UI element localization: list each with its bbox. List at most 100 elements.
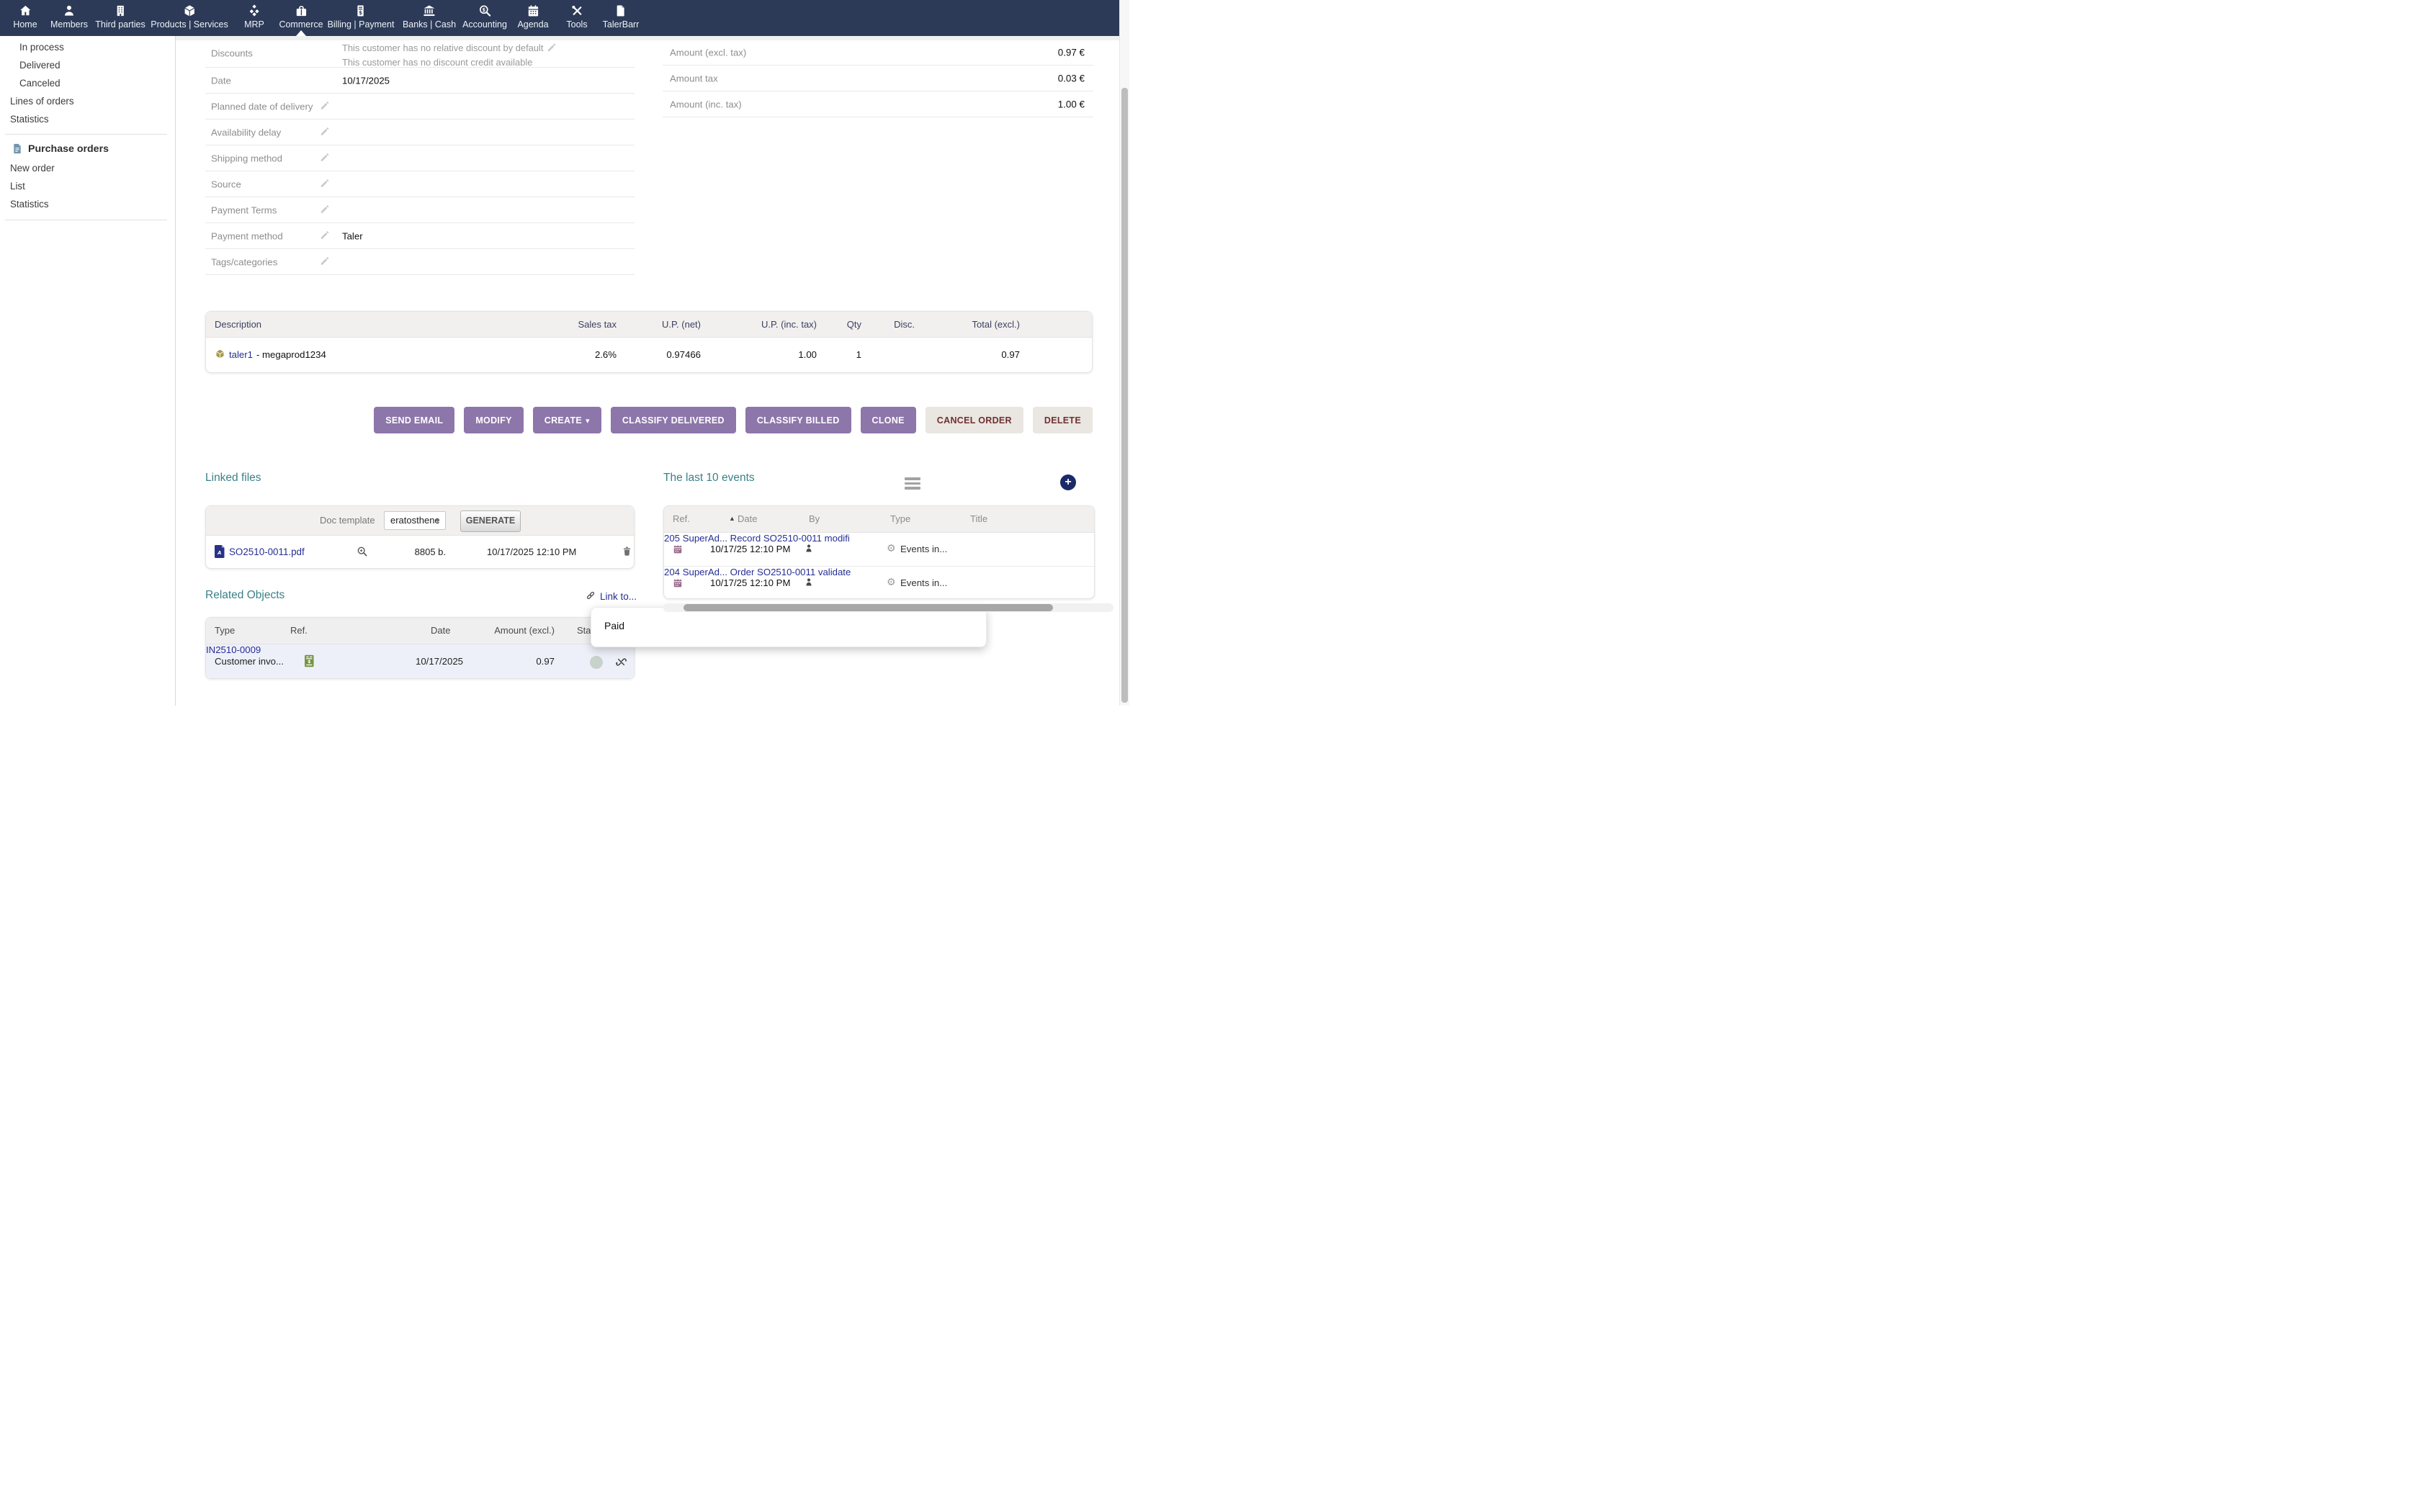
amount-incl-value: 1.00 € bbox=[1058, 99, 1085, 109]
send-email-button[interactable]: SEND EMAIL bbox=[374, 407, 454, 433]
nav-banks-cash[interactable]: Banks | Cash bbox=[403, 0, 456, 36]
gear-icon: ⚙ bbox=[887, 543, 896, 554]
field-label: Discounts bbox=[211, 48, 253, 59]
classify-delivered-button[interactable]: CLASSIFY DELIVERED bbox=[611, 407, 736, 433]
nav-third-parties[interactable]: Third parties bbox=[95, 0, 145, 36]
nav-home[interactable]: Home bbox=[13, 0, 37, 36]
user-silhouette-icon bbox=[805, 577, 813, 590]
edit-pencil-icon[interactable] bbox=[320, 256, 330, 268]
status-tooltip-text: Paid bbox=[604, 620, 624, 631]
discounts-value: This customer has no relative discount b… bbox=[342, 42, 557, 69]
order-fields: Discounts This customer has no relative … bbox=[205, 40, 635, 275]
order-lines-table: Description Sales tax U.P. (net) U.P. (i… bbox=[205, 311, 1093, 373]
line-qty: 1 bbox=[817, 349, 861, 360]
modify-button[interactable]: MODIFY bbox=[464, 407, 523, 433]
related-object-row: Customer invo... $ IN2510-0009 10/17/202… bbox=[206, 644, 634, 678]
briefcase-icon bbox=[294, 4, 308, 18]
event-ref-link[interactable]: 205 bbox=[664, 533, 680, 544]
trash-icon[interactable] bbox=[622, 545, 632, 559]
sidebar-item-canceled[interactable]: Canceled bbox=[19, 78, 60, 89]
linked-files-card: Doc template eratosthene ▼ GENERATE A SO… bbox=[205, 505, 635, 569]
edit-pencil-icon[interactable] bbox=[320, 126, 330, 138]
link-icon bbox=[585, 590, 596, 603]
nav-members[interactable]: Members bbox=[50, 0, 88, 36]
line-total: 0.97 bbox=[915, 349, 1020, 360]
nav-agenda[interactable]: Agenda bbox=[517, 0, 548, 36]
nav-products-services[interactable]: Products | Services bbox=[151, 0, 228, 36]
field-row-shipping-method: Shipping method bbox=[205, 145, 635, 171]
nav-accounting[interactable]: $ Accounting bbox=[462, 0, 507, 36]
add-event-button[interactable]: + bbox=[1060, 474, 1076, 490]
generate-button[interactable]: GENERATE bbox=[460, 510, 521, 532]
link-to-action[interactable]: Link to... bbox=[585, 590, 637, 603]
action-buttons: SEND EMAIL MODIFY CREATE▾ CLASSIFY DELIV… bbox=[405, 407, 1093, 433]
product-suffix: - megaprod1234 bbox=[256, 349, 326, 360]
nav-talerbarr[interactable]: TalerBarr bbox=[603, 0, 640, 36]
nav-tools[interactable]: Tools bbox=[566, 0, 587, 36]
preview-magnifier-icon[interactable] bbox=[357, 546, 368, 559]
event-title-link[interactable]: Record SO2510-0011 modifi bbox=[730, 533, 850, 544]
events-title: The last 10 events bbox=[663, 472, 755, 485]
cancel-order-button[interactable]: CANCEL ORDER bbox=[926, 407, 1023, 433]
sidebar-item-in-process[interactable]: In process bbox=[19, 42, 64, 53]
cube-icon bbox=[182, 4, 197, 18]
related-ref-link[interactable]: IN2510-0009 bbox=[206, 644, 261, 655]
field-row-payment-method: Payment method Taler bbox=[205, 223, 635, 249]
chevron-down-icon: ▾ bbox=[586, 417, 590, 426]
invoice-green-icon: $ bbox=[305, 654, 315, 670]
edit-pencil-icon[interactable] bbox=[320, 204, 330, 216]
clone-button[interactable]: CLONE bbox=[861, 407, 916, 433]
field-row-payment-terms: Payment Terms bbox=[205, 197, 635, 223]
order-line-row: taler1 - megaprod1234 2.6% 0.97466 1.00 … bbox=[206, 338, 1092, 372]
product-link[interactable]: taler1 bbox=[229, 349, 253, 360]
delete-button[interactable]: DELETE bbox=[1033, 407, 1093, 433]
field-row-source: Source bbox=[205, 171, 635, 197]
edit-pencil-icon[interactable] bbox=[320, 178, 330, 190]
svg-text:A: A bbox=[217, 550, 221, 556]
sidebar-item-list[interactable]: List bbox=[10, 181, 25, 192]
sidebar-title-purchase-orders[interactable]: Purchase orders bbox=[28, 143, 109, 155]
create-button[interactable]: CREATE▾ bbox=[533, 407, 601, 433]
active-tab-pointer bbox=[296, 30, 306, 36]
event-ref-link[interactable]: 204 bbox=[664, 567, 680, 577]
gear-icon: ⚙ bbox=[887, 577, 896, 588]
sort-asc-icon[interactable]: ▲ bbox=[729, 515, 735, 522]
edit-pencil-icon[interactable] bbox=[320, 230, 330, 242]
member-icon bbox=[62, 4, 76, 18]
invoice-icon: $ bbox=[354, 4, 368, 18]
related-amount: 0.97 bbox=[480, 656, 555, 667]
doc-template-label: Doc template bbox=[320, 515, 375, 526]
classify-billed-button[interactable]: CLASSIFY BILLED bbox=[745, 407, 851, 433]
sidebar-divider bbox=[175, 36, 176, 706]
edit-pencil-icon[interactable] bbox=[547, 42, 557, 56]
status-dot bbox=[590, 656, 603, 669]
events-menu-icon[interactable] bbox=[905, 477, 920, 492]
event-by-link[interactable]: SuperAd... bbox=[683, 533, 727, 544]
doc-template-select[interactable]: eratosthene ▼ bbox=[384, 511, 446, 530]
sidebar-item-statistics[interactable]: Statistics bbox=[10, 114, 49, 125]
sidebar-item-delivered[interactable]: Delivered bbox=[19, 60, 60, 71]
event-row: 204 10/17/25 12:10 PM SuperAd... ⚙ Event… bbox=[664, 566, 1094, 599]
events-header: Ref. ▲ Date By Type Title bbox=[664, 506, 1094, 533]
field-row-date: Date 10/17/2025 bbox=[205, 68, 635, 94]
unlink-icon[interactable] bbox=[615, 656, 627, 670]
event-date: 10/17/25 12:10 PM bbox=[710, 544, 790, 554]
related-type: Customer invo... bbox=[215, 656, 284, 667]
linked-files-title: Linked files bbox=[205, 472, 261, 485]
edit-pencil-icon[interactable] bbox=[320, 100, 330, 112]
event-by-link[interactable]: SuperAd... bbox=[683, 567, 727, 577]
edit-pencil-icon[interactable] bbox=[320, 152, 330, 164]
nav-billing-payment[interactable]: $ Billing | Payment bbox=[328, 0, 395, 36]
page-vscrollbar-track[interactable] bbox=[1119, 0, 1129, 706]
order-lines-header: Description Sales tax U.P. (net) U.P. (i… bbox=[206, 312, 1092, 338]
sidebar-item-new-order[interactable]: New order bbox=[10, 163, 55, 174]
sidebar-item-purchase-statistics[interactable]: Statistics bbox=[10, 199, 49, 210]
page-vscrollbar-thumb[interactable] bbox=[1121, 88, 1128, 703]
purchase-orders-icon bbox=[12, 143, 23, 157]
event-calendar-icon bbox=[673, 577, 683, 590]
sidebar-item-lines-of-orders[interactable]: Lines of orders bbox=[10, 96, 74, 107]
events-hscrollbar-thumb[interactable] bbox=[684, 604, 1053, 611]
nav-mrp[interactable]: MRP bbox=[244, 0, 264, 36]
linked-file-link[interactable]: SO2510-0011.pdf bbox=[229, 546, 305, 557]
event-title-link[interactable]: Order SO2510-0011 validate bbox=[730, 567, 851, 577]
